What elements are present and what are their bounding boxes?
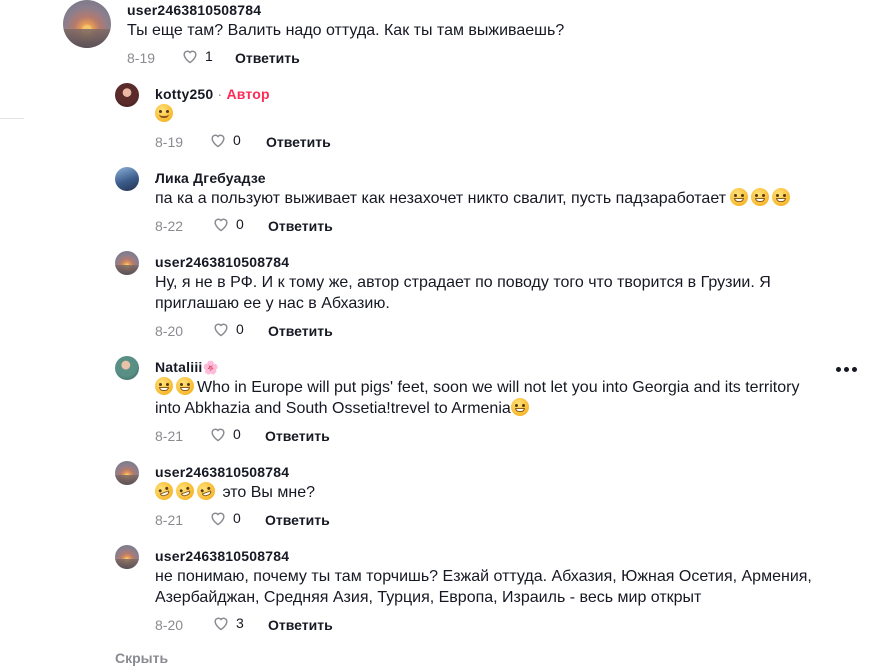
heart-icon [211, 134, 225, 148]
comment-text: это Вы мне? [152, 479, 315, 503]
comment-text: па ка а пользуют выживает как незахочет … [155, 188, 835, 209]
comment-meta: 8-20 3 Ответить [155, 615, 355, 637]
comment-username[interactable]: Nataliii🌸 [155, 359, 219, 376]
heart-icon [214, 218, 228, 232]
comment-username[interactable]: user2463810508784 [127, 2, 261, 18]
hide-replies-button[interactable]: Скрыть [115, 650, 168, 666]
face-with-tears-of-joy-icon [510, 398, 529, 416]
comment-username[interactable]: kotty250 · Автор [155, 86, 270, 102]
rolling-on-floor-laughing-icon [194, 479, 218, 503]
reply-button[interactable]: Ответить [235, 50, 300, 66]
reply-button[interactable]: Ответить [268, 617, 333, 633]
heart-icon [211, 512, 225, 526]
like-button[interactable]: 0 [212, 216, 244, 232]
reply-button[interactable]: Ответить [268, 218, 333, 234]
like-button[interactable]: 1 [181, 48, 213, 64]
comment-meta: 8-22 0 Ответить [155, 216, 355, 238]
heart-icon [211, 428, 225, 442]
comment-text: Ну, я не в РФ. И к тому же, автор страда… [155, 274, 771, 312]
reply-button[interactable]: Ответить [268, 323, 333, 339]
reply-button[interactable]: Ответить [265, 428, 330, 444]
comment-date: 8-20 [155, 323, 184, 339]
comment-text [155, 104, 176, 125]
author-badge: Автор [226, 86, 270, 102]
comment-username[interactable]: user2463810508784 [155, 548, 289, 564]
heart-icon [214, 617, 228, 631]
comment-date: 8-22 [155, 218, 184, 234]
comment-date: 8-19 [155, 134, 184, 150]
like-count: 0 [233, 510, 241, 526]
divider [0, 118, 24, 119]
like-button[interactable]: 0 [209, 426, 241, 442]
cherry-blossom-icon: 🌸 [202, 360, 219, 375]
slightly-smiling-face-icon [155, 104, 173, 122]
comment-date: 8-21 [155, 512, 184, 528]
comment-meta: 8-19 1 Ответить [127, 48, 327, 70]
like-count: 0 [233, 132, 241, 148]
avatar[interactable] [115, 545, 139, 569]
comment-text: не понимаю, почему ты там торчишь? Езжай… [155, 568, 812, 606]
separator-dot: · [217, 86, 223, 102]
like-button[interactable]: 0 [212, 321, 244, 337]
grinning-face-icon [730, 188, 749, 206]
reply-button[interactable]: Ответить [265, 512, 330, 528]
avatar[interactable] [63, 0, 111, 48]
like-count: 0 [233, 426, 241, 442]
avatar[interactable] [115, 167, 139, 191]
like-button[interactable]: 0 [209, 132, 241, 148]
comment-text: Who in Europe will put pigs' feet, soon … [155, 377, 800, 417]
like-button[interactable]: 0 [209, 510, 241, 526]
grinning-face-icon [772, 188, 791, 206]
like-button[interactable]: 3 [212, 615, 244, 631]
avatar[interactable] [115, 356, 139, 380]
like-count: 0 [236, 216, 244, 232]
reply-button[interactable]: Ответить [266, 134, 331, 150]
heart-icon [214, 323, 228, 337]
avatar[interactable] [115, 83, 139, 107]
comment-date: 8-21 [155, 428, 184, 444]
comment-text: Ты еще там? Валить надо оттуда. Как ты т… [127, 22, 565, 39]
comment-username[interactable]: user2463810508784 [155, 254, 289, 270]
comment-meta: 8-19 0 Ответить [155, 132, 355, 154]
rolling-on-floor-laughing-icon [152, 479, 176, 503]
comment-username[interactable]: Лика Дгебуадзе [155, 170, 266, 186]
comment-date: 8-19 [127, 50, 156, 66]
like-count: 1 [205, 48, 213, 64]
grinning-face-icon [751, 188, 770, 206]
like-count: 3 [236, 615, 244, 631]
comment-meta: 8-21 0 Ответить [155, 426, 355, 448]
more-horizontal-icon[interactable] [836, 364, 860, 374]
avatar[interactable] [115, 251, 139, 275]
rolling-on-floor-laughing-icon [173, 479, 197, 503]
avatar[interactable] [115, 461, 139, 485]
like-count: 0 [236, 321, 244, 337]
grinning-face-icon [155, 377, 173, 395]
comment-date: 8-20 [155, 617, 184, 633]
comment-meta: 8-21 0 Ответить [155, 510, 355, 532]
heart-icon [183, 50, 197, 64]
comment-meta: 8-20 0 Ответить [155, 321, 355, 343]
comment-username[interactable]: user2463810508784 [155, 464, 289, 480]
grinning-face-icon [176, 377, 194, 395]
